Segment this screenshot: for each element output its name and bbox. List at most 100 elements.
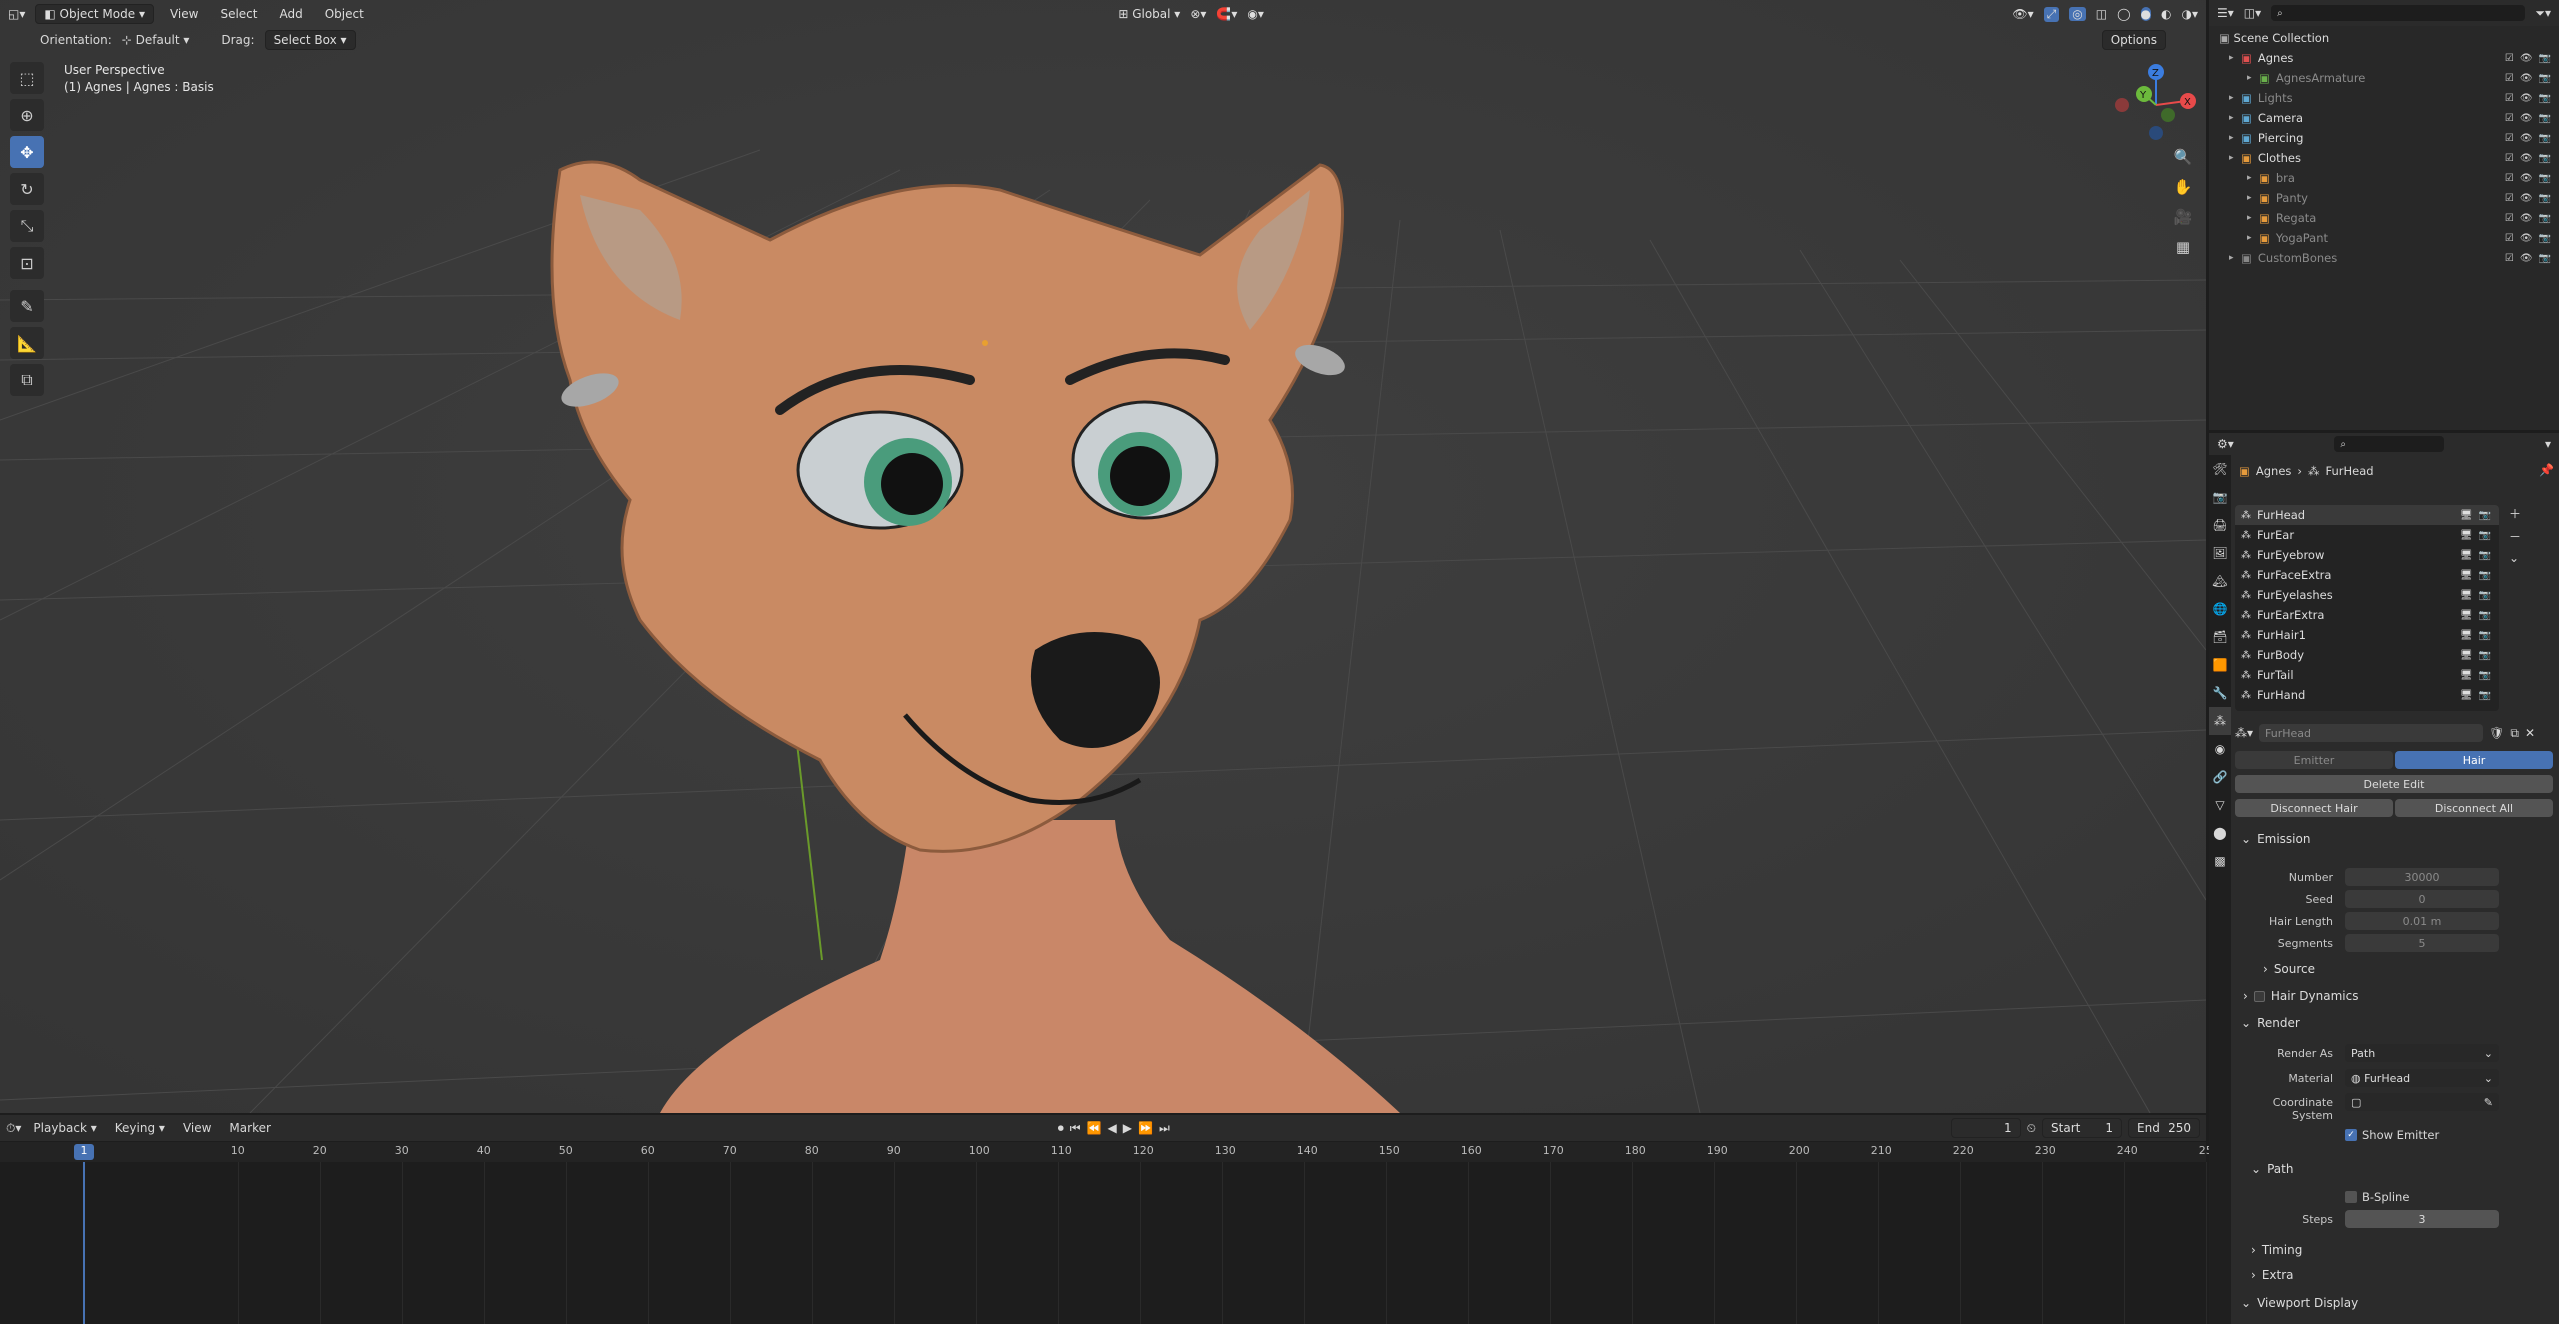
particle-system-item[interactable]: ⁂ FurFaceExtra 🖥 📷 (2235, 565, 2499, 585)
rotate-tool-icon[interactable]: ↻ (10, 173, 44, 205)
outliner-row[interactable]: ▸ ▣ bra ☑ 👁 📷 (2209, 168, 2559, 188)
render-camera-icon[interactable]: 📷 (2479, 530, 2491, 541)
menu-marker[interactable]: Marker (223, 1119, 276, 1137)
camera-render-icon[interactable]: 📷 (2539, 53, 2551, 64)
pivot-icon[interactable]: ⊗▾ (1190, 7, 1206, 21)
perspective-grid-icon[interactable]: ▦ (2170, 234, 2196, 260)
hair-dynamics-panel-header[interactable]: › Hair Dynamics (2243, 989, 2358, 1003)
timeline-ruler[interactable]: 10 20 30 40 50 60 70 80 90 100 110 120 130 140 150 160 1… (0, 1142, 2220, 1162)
playhead-frame-badge[interactable]: 1 (74, 1144, 94, 1160)
texture-tab-icon[interactable]: ▩ (2209, 847, 2231, 875)
exclude-checkbox-icon[interactable]: ☑ (2505, 73, 2514, 84)
particle-system-item[interactable]: ⁂ FurHand 🖥 📷 (2235, 685, 2499, 705)
eye-icon[interactable]: 👁 (2520, 213, 2533, 224)
viewport-display-icon[interactable]: 🖥 (2460, 510, 2473, 521)
snap-icon[interactable]: 🧲▾ (1216, 7, 1237, 21)
rendered-shading-icon[interactable]: ◑▾ (2182, 7, 2199, 21)
source-panel-header[interactable]: › Source (2263, 962, 2315, 976)
start-frame-field[interactable]: Start 1 (2042, 1118, 2123, 1138)
steps-field[interactable]: 3 (2345, 1210, 2499, 1228)
proportional-edit-icon[interactable]: ◉▾ (1247, 7, 1264, 21)
viewport-display-panel-header[interactable]: ⌄ Viewport Display (2241, 1296, 2358, 1310)
eye-icon[interactable]: 👁 (2520, 173, 2533, 184)
scale-tool-icon[interactable]: ⤡ (10, 210, 44, 242)
filter-icon[interactable]: ⏷▾ (2535, 6, 2551, 21)
material-tab-icon[interactable]: ⬤ (2209, 819, 2231, 847)
segments-field[interactable]: 5 (2345, 934, 2499, 952)
overlay-toggle-icon[interactable]: ◎ (2069, 7, 2086, 21)
seed-field[interactable]: 0 (2345, 890, 2499, 908)
xray-icon[interactable]: ◫ (2096, 7, 2107, 21)
particle-system-item[interactable]: ⁂ FurHair1 🖥 📷 (2235, 625, 2499, 645)
particles-tab-icon[interactable]: ⁂ (2209, 707, 2231, 735)
modifier-tab-icon[interactable]: 🔧 (2209, 679, 2231, 707)
playhead-line[interactable] (83, 1162, 85, 1324)
drag-dropdown[interactable]: Select Box ▾ (264, 30, 356, 50)
pin-icon[interactable]: 📌 (2539, 463, 2554, 477)
render-camera-icon[interactable]: 📷 (2479, 690, 2491, 701)
add-slot-icon[interactable]: ＋ (2509, 505, 2521, 522)
eye-icon[interactable]: 👁 (2520, 193, 2533, 204)
jump-end-icon[interactable]: ⏭ (1159, 1121, 1170, 1136)
exclude-checkbox-icon[interactable]: ☑ (2505, 113, 2514, 124)
camera-render-icon[interactable]: 📷 (2539, 173, 2551, 184)
viewport-display-icon[interactable]: 🖥 (2460, 530, 2473, 541)
menu-object[interactable]: Object (319, 5, 370, 23)
outliner-row[interactable]: ▸ ▣ YogaPant ☑ 👁 📷 (2209, 228, 2559, 248)
jump-keyframe-forward-icon[interactable]: ⏩ (1138, 1121, 1153, 1135)
particle-system-item[interactable]: ⁂ FurBody 🖥 📷 (2235, 645, 2499, 665)
delete-edit-button[interactable]: Delete Edit (2235, 775, 2553, 793)
record-icon[interactable]: ⏺ (1058, 1121, 1064, 1136)
outliner-row[interactable]: ▸ ▣ Clothes ☑ 👁 📷 (2209, 148, 2559, 168)
emission-panel-header[interactable]: ⌄ Emission (2241, 832, 2310, 846)
bspline-checkbox[interactable] (2345, 1191, 2357, 1203)
expand-arrow-icon[interactable]: ▸ (2247, 73, 2259, 83)
expand-arrow-icon[interactable]: ▸ (2229, 113, 2241, 123)
menu-view[interactable]: View (164, 5, 204, 23)
outliner-editor-type-icon[interactable]: ☰▾ (2217, 6, 2234, 20)
viewport-display-icon[interactable]: 🖥 (2460, 570, 2473, 581)
gizmo-toggle-icon[interactable]: ⤢ (2043, 6, 2060, 22)
gizmo-neg-z-icon[interactable] (2149, 126, 2163, 140)
jump-keyframe-back-icon[interactable]: ⏪ (1087, 1121, 1102, 1135)
display-mode-icon[interactable]: ◫▾ (2244, 6, 2261, 20)
editor-type-icon[interactable]: ◱▾ (8, 7, 25, 21)
remove-slot-icon[interactable]: － (2509, 528, 2521, 545)
render-camera-icon[interactable]: 📷 (2479, 550, 2491, 561)
scene-collection-row[interactable]: ▣ Scene Collection (2209, 28, 2559, 48)
exclude-checkbox-icon[interactable]: ☑ (2505, 193, 2514, 204)
camera-render-icon[interactable]: 📷 (2539, 233, 2551, 244)
timeline-editor-type-icon[interactable]: ⏱▾ (6, 1121, 21, 1136)
eye-icon[interactable]: 👁 (2520, 93, 2533, 104)
transform-tool-icon[interactable]: ⊡ (10, 247, 44, 279)
eye-icon[interactable]: 👁 (2520, 153, 2533, 164)
add-cube-tool-icon[interactable]: ⧉ (10, 364, 44, 396)
cursor-tool-icon[interactable]: ⊕ (10, 99, 44, 131)
disconnect-hair-button[interactable]: Disconnect Hair (2235, 799, 2393, 817)
collection-tab-icon[interactable]: 🗃 (2209, 623, 2231, 651)
coordinate-system-field[interactable]: ▢ ✎ (2345, 1093, 2499, 1111)
render-camera-icon[interactable]: 📷 (2479, 610, 2491, 621)
particle-system-item[interactable]: ⁂ FurEyelashes 🖥 📷 (2235, 585, 2499, 605)
mode-dropdown[interactable]: ◧ Object Mode ▾ (35, 4, 154, 24)
output-tab-icon[interactable]: 🖨 (2209, 511, 2231, 539)
expand-arrow-icon[interactable]: ▸ (2247, 173, 2259, 183)
render-as-dropdown[interactable]: Path ⌄ (2345, 1044, 2499, 1062)
end-frame-field[interactable]: End 250 (2128, 1118, 2201, 1138)
unlink-icon[interactable]: ✕ (2525, 726, 2535, 740)
current-frame-field[interactable]: 1 (1950, 1118, 2021, 1138)
fake-user-icon[interactable]: 🛡 (2489, 726, 2504, 740)
material-dropdown[interactable]: ◍ FurHead ⌄ (2345, 1069, 2499, 1087)
outliner-row[interactable]: ▸ ▣ AgnesArmature ☑ 👁 📷 (2209, 68, 2559, 88)
eye-icon[interactable]: 👁 (2520, 233, 2533, 244)
viewport-display-icon[interactable]: 🖥 (2460, 610, 2473, 621)
camera-render-icon[interactable]: 📷 (2539, 93, 2551, 104)
eye-icon[interactable]: 👁 (2520, 253, 2533, 264)
pan-hand-icon[interactable]: ✋ (2170, 174, 2196, 200)
expand-arrow-icon[interactable]: ▸ (2229, 53, 2241, 63)
emitter-tab[interactable]: Emitter (2235, 751, 2393, 769)
render-camera-icon[interactable]: 📷 (2479, 630, 2491, 641)
tool-tab-icon[interactable]: 🛠 (2209, 455, 2231, 483)
render-camera-icon[interactable]: 📷 (2479, 510, 2491, 521)
outliner-row[interactable]: ▸ ▣ Camera ☑ 👁 📷 (2209, 108, 2559, 128)
